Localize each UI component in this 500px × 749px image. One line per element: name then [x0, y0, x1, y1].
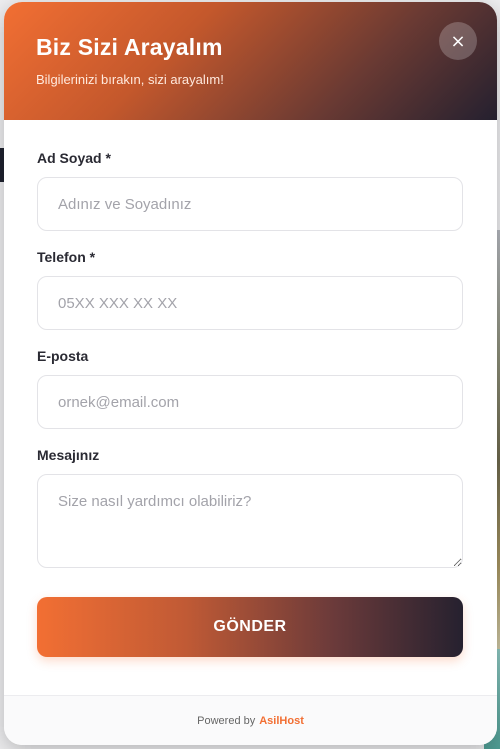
phone-field-group: Telefon *: [37, 249, 464, 330]
close-icon: ×: [450, 30, 466, 52]
modal-body: Ad Soyad * Telefon * E-posta Mesajınız G…: [4, 120, 497, 657]
modal-header: Biz Sizi Arayalım Bilgilerinizi bırakın,…: [4, 2, 497, 120]
phone-input[interactable]: [37, 276, 463, 330]
modal-subtitle: Bilgilerinizi bırakın, sizi arayalım!: [36, 72, 224, 87]
message-textarea[interactable]: [37, 474, 463, 568]
phone-label: Telefon *: [37, 249, 96, 265]
name-input[interactable]: [37, 177, 463, 231]
modal-title: Biz Sizi Arayalım: [36, 34, 223, 60]
name-field-group: Ad Soyad *: [37, 150, 464, 231]
email-input[interactable]: [37, 375, 463, 429]
message-field-group: Mesajınız: [37, 447, 464, 573]
brand-link[interactable]: AsilHost: [259, 715, 304, 727]
close-button[interactable]: ×: [439, 22, 477, 60]
powered-by-text: Powered by: [197, 714, 256, 727]
name-label: Ad Soyad *: [37, 150, 111, 166]
email-field-group: E-posta: [37, 348, 464, 429]
modal-footer: Powered by AsilHost: [4, 695, 497, 745]
callback-modal: Biz Sizi Arayalım Bilgilerinizi bırakın,…: [4, 2, 497, 745]
email-label: E-posta: [37, 348, 89, 364]
submit-button[interactable]: GÖNDER: [37, 597, 463, 657]
message-label: Mesajınız: [37, 447, 100, 463]
